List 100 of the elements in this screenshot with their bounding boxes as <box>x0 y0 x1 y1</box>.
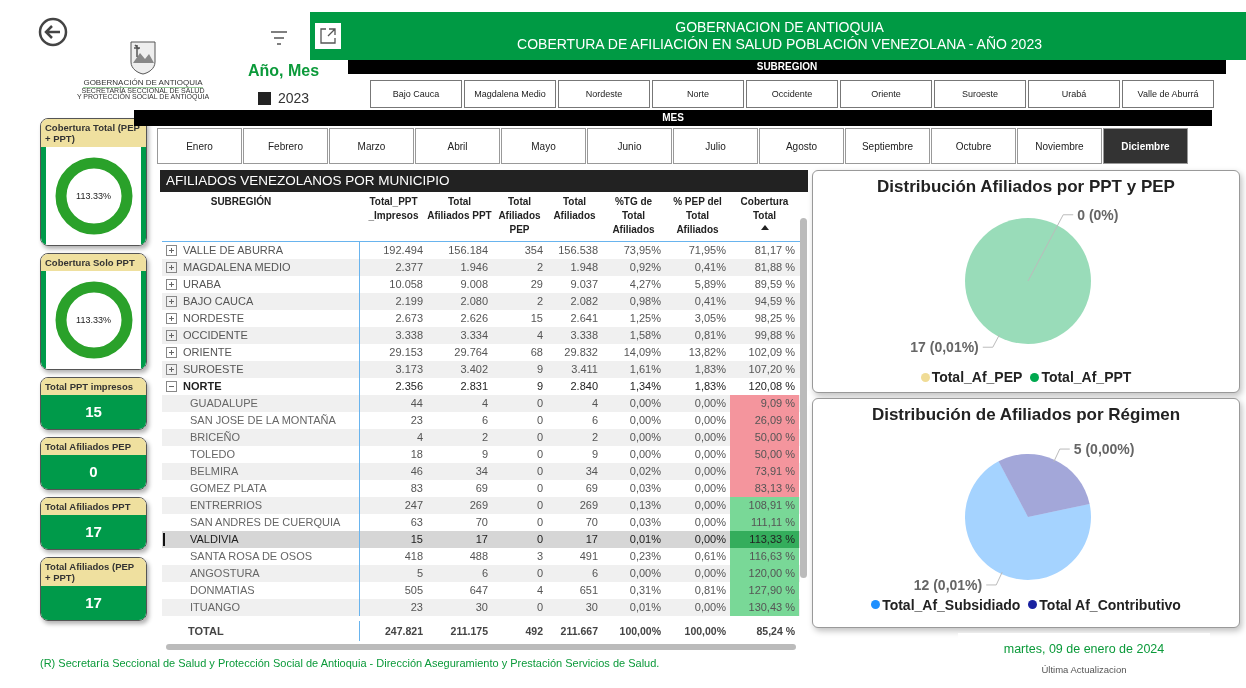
focus-mode-button[interactable] <box>313 21 343 51</box>
table-cell-text: 0 <box>535 566 544 581</box>
expand-button[interactable] <box>166 262 177 273</box>
column-header[interactable]: SUBREGIÓN <box>162 195 360 241</box>
month-button[interactable]: Febrero <box>243 128 328 164</box>
table-cell-text: 0,01% <box>628 532 662 547</box>
kpi-value: 0 <box>41 455 146 489</box>
legend-label[interactable]: Total Af_Contributivo <box>1039 596 1181 613</box>
expand-button[interactable] <box>166 296 177 307</box>
update-date: martes, 09 de enero de 2024 <box>1003 642 1165 657</box>
table-cell-text: 3.402 <box>459 362 489 377</box>
table-cell-text: 0 <box>535 498 544 513</box>
table-row[interactable]: BAJO CAUCA 2.199 2.080 2 2.082 0,98% 0,41% 94,59 % <box>162 293 800 310</box>
table-cell-text: 2 <box>590 430 599 445</box>
expand-button[interactable] <box>166 364 177 375</box>
table-cell-text: 0,41% <box>693 260 727 275</box>
legend-label[interactable]: Total_Af_Subsidiado <box>882 596 1021 613</box>
subregion-button[interactable]: Valle de Aburrá <box>1122 80 1214 108</box>
month-button[interactable]: Abril <box>415 128 500 164</box>
expand-button[interactable] <box>166 330 177 341</box>
checkbox[interactable] <box>258 91 271 105</box>
subregion-button[interactable]: Oriente <box>840 80 932 108</box>
table-row[interactable]: ANGOSTURA 5 6 0 6 0,00% 0,00% 120,00 % <box>162 565 800 582</box>
table-title: AFILIADOS VENEZOLANOS POR MUNICIPIO <box>160 170 808 192</box>
table-cell-text: 5,89% <box>693 277 727 292</box>
expand-button[interactable] <box>166 279 177 290</box>
table-cell-text: 34 <box>474 464 489 479</box>
table-cell-text: 0,02% <box>628 464 662 479</box>
expand-button[interactable] <box>166 245 177 256</box>
table-cell-text: 3,05% <box>693 311 727 326</box>
data-label: 0 (0%) <box>1077 206 1119 223</box>
subregion-button[interactable]: Urabá <box>1028 80 1120 108</box>
month-button[interactable]: Mayo <box>501 128 586 164</box>
table-row[interactable]: ENTRERRIOS 247 269 0 269 0,13% 0,00% 108,91 % <box>162 497 800 514</box>
table-cell-text: URABA <box>183 277 221 292</box>
table-row[interactable]: SUROESTE 3.173 3.402 9 3.411 1,61% 1,83% 107,20 % <box>162 361 800 378</box>
table-row[interactable]: ITUANGO 23 30 0 30 0,01% 0,00% 130,43 % <box>162 599 800 616</box>
scrollbar[interactable] <box>166 644 796 650</box>
legend-label[interactable]: Total_Af_PPT <box>1041 369 1132 385</box>
collapse-button[interactable] <box>166 381 177 392</box>
table-cell-text: 83 <box>409 481 424 496</box>
table-cell-text: 0,00% <box>693 532 727 547</box>
column-header[interactable]: Total Afiliados PEP <box>492 195 547 241</box>
subregion-button[interactable]: Nordeste <box>558 80 650 108</box>
table-cell-text: 0,03% <box>628 481 662 496</box>
table-cell-text: 505 <box>403 583 424 598</box>
legend-label[interactable]: Total_Af_PEP <box>931 369 1023 385</box>
leader-line <box>985 571 1003 586</box>
table-cell-text: 1,61% <box>628 362 662 377</box>
banner-title: GOBERNACION DE ANTIOQUIA <box>674 19 885 36</box>
month-button[interactable]: Agosto <box>759 128 844 164</box>
table-cell-text: 99,88 % <box>753 328 796 343</box>
table-cell: TOTAL <box>162 621 360 641</box>
slicer-item[interactable]: 2023 <box>278 90 310 106</box>
table-row[interactable]: MAGDALENA MEDIO 2.377 1.946 2 1.948 0,92% 0,41% 81,88 % <box>162 259 800 276</box>
column-header[interactable]: Total Afiliados <box>547 195 602 241</box>
back-icon[interactable] <box>38 17 68 47</box>
column-header[interactable]: Cobertura Total <box>730 195 799 241</box>
subregion-button[interactable]: Occidente <box>746 80 838 108</box>
table-cell-text: 491 <box>578 549 599 564</box>
month-button[interactable]: Enero <box>157 128 242 164</box>
filter-icon[interactable] <box>269 30 289 46</box>
subregion-button[interactable]: Bajo Cauca <box>370 80 462 108</box>
table-cell-text: 4 <box>590 396 599 411</box>
kpi-value: 113.33% <box>76 315 111 325</box>
month-button[interactable]: Junio <box>587 128 672 164</box>
table-row[interactable]: GUADALUPE 44 4 0 4 0,00% 0,00% 9,09 % <box>162 395 800 412</box>
scrollbar[interactable] <box>800 218 807 578</box>
table-cell: 111,11 % <box>730 514 799 531</box>
table-row[interactable]: OCCIDENTE 3.338 3.334 4 3.338 1,58% 0,81% 99,88 % <box>162 327 800 344</box>
table-cell-text: 34 <box>584 464 599 479</box>
table-cell-text: 98,25 % <box>753 311 796 326</box>
table-cell-text: 69 <box>474 481 489 496</box>
subregion-button[interactable]: Suroeste <box>934 80 1026 108</box>
month-button[interactable]: Noviembre <box>1017 128 1102 164</box>
table-row[interactable]: VALDIVIA 15 17 0 17 0,01% 0,00% 113,33 % <box>162 531 800 548</box>
table-row[interactable]: BELMIRA 46 34 0 34 0,02% 0,00% 73,91 % <box>162 463 800 480</box>
month-button[interactable]: Diciembre <box>1103 128 1188 164</box>
table-row[interactable]: BRICEÑO 4 2 0 2 0,00% 0,00% 50,00 % <box>162 429 800 446</box>
leader-line <box>982 334 1000 348</box>
month-button[interactable]: Julio <box>673 128 758 164</box>
column-header[interactable]: %TG de Total Afiliados <box>602 195 665 241</box>
column-header[interactable]: % PEP del Total Afiliados <box>665 195 730 241</box>
table-cell-text: SUROESTE <box>183 362 244 377</box>
column-header[interactable]: Total Afiliados PPT <box>427 195 492 241</box>
table-cell-text: 1.948 <box>569 260 599 275</box>
expand-button[interactable] <box>166 347 177 358</box>
table-cell-text: 0 <box>535 447 544 462</box>
update-label: Última Actualizacion <box>1041 664 1127 676</box>
table-cell-text: 0,98% <box>628 294 662 309</box>
table-cell-text: 0,00% <box>628 413 662 428</box>
subregion-button[interactable]: Magdalena Medio <box>464 80 556 108</box>
month-button[interactable]: Septiembre <box>845 128 930 164</box>
expand-button[interactable] <box>166 313 177 324</box>
month-button[interactable]: Octubre <box>931 128 1016 164</box>
subregion-button[interactable]: Norte <box>652 80 744 108</box>
slicer-title: Año, Mes <box>248 62 320 80</box>
month-button[interactable]: Marzo <box>329 128 414 164</box>
table-cell-text: 211.667 <box>559 624 599 639</box>
column-header[interactable]: Total_PPT _Impresos <box>360 195 427 241</box>
